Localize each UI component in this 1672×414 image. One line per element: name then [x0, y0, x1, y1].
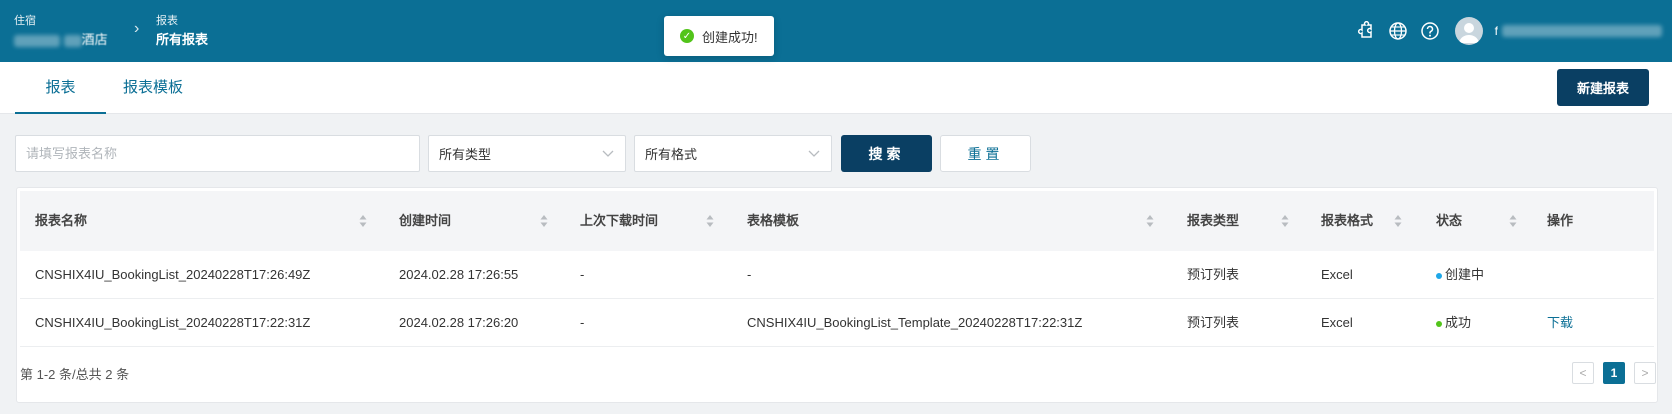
report-name-input[interactable]: [26, 146, 409, 161]
cell-format: Excel: [1321, 315, 1353, 330]
cell-created: 2024.02.28 17:26:20: [399, 315, 519, 330]
column-header-status[interactable]: 状态: [1436, 191, 1462, 251]
status-dot-icon: [1436, 320, 1442, 327]
tab-report-templates[interactable]: 报表模板: [123, 62, 183, 114]
chevron-down-icon: [602, 150, 614, 157]
sort-icon[interactable]: [539, 214, 549, 228]
status-text: 成功: [1445, 315, 1472, 330]
sort-icon[interactable]: [1280, 214, 1290, 228]
check-circle-icon: ✓: [680, 29, 694, 43]
cell-created: 2024.02.28 17:26:55: [399, 267, 519, 282]
status-dot-icon: [1436, 272, 1442, 279]
breadcrumb-reports[interactable]: 报表 所有报表: [156, 14, 208, 50]
globe-icon[interactable]: [1387, 20, 1409, 42]
column-header-last-download[interactable]: 上次下载时间: [580, 191, 658, 251]
cell-status: 成功: [1436, 299, 1471, 347]
pagination-summary: 第 1-2 条/总共 2 条: [20, 367, 130, 382]
breadcrumb-property[interactable]: 住宿 酒店: [14, 14, 108, 50]
table-header: 报表名称 创建时间 上次下载时间 表格模板 报表类型 报表格式 状态 操作: [20, 191, 1654, 251]
header-actions: f: [1355, 0, 1672, 62]
status-text: 创建中: [1445, 267, 1485, 282]
type-select-value: 所有类型: [439, 147, 492, 162]
cell-last-download: -: [580, 267, 585, 282]
cell-report-name: CNSHIX4IU_BookingList_20240228T17:22:31Z: [35, 315, 311, 330]
column-header-type[interactable]: 报表类型: [1187, 191, 1239, 251]
help-icon[interactable]: [1419, 20, 1441, 42]
reports-table-card: 报表名称 创建时间 上次下载时间 表格模板 报表类型 报表格式 状态 操作 CN…: [16, 187, 1658, 403]
user-avatar-icon[interactable]: [1454, 17, 1483, 45]
column-header-template[interactable]: 表格模板: [747, 191, 799, 251]
cell-last-download: -: [580, 315, 585, 330]
new-report-button[interactable]: 新建报表: [1557, 69, 1649, 106]
type-select[interactable]: 所有类型: [428, 135, 626, 172]
cell-template: CNSHIX4IU_BookingList_Template_20240228T…: [747, 315, 1083, 330]
sort-icon[interactable]: [1393, 214, 1403, 228]
cell-type: 预订列表: [1187, 267, 1240, 282]
reset-button[interactable]: 重置: [940, 135, 1031, 172]
table-row: CNSHIX4IU_BookingList_20240228T17:22:31Z…: [20, 299, 1654, 347]
cell-report-name: CNSHIX4IU_BookingList_20240228T17:26:49Z: [35, 267, 311, 282]
success-toast: ✓ 创建成功!: [664, 16, 774, 56]
breadcrumb-reports-current: 所有报表: [156, 32, 209, 47]
cell-format: Excel: [1321, 267, 1353, 282]
report-name-field: [15, 135, 420, 172]
toast-message: 创建成功!: [702, 29, 758, 45]
column-header-created[interactable]: 创建时间: [399, 191, 451, 251]
next-page-button[interactable]: >: [1634, 362, 1656, 384]
prev-page-button[interactable]: <: [1572, 362, 1594, 384]
tab-reports[interactable]: 报表: [15, 62, 106, 114]
puzzle-icon[interactable]: [1355, 20, 1377, 42]
breadcrumb-property-name: 酒店: [81, 32, 108, 47]
column-header-name[interactable]: 报表名称: [35, 191, 87, 251]
cell-status: 创建中: [1436, 251, 1484, 299]
sort-icon[interactable]: [1145, 214, 1155, 228]
column-header-format[interactable]: 报表格式: [1321, 191, 1373, 251]
breadcrumb-property-category: 住宿: [14, 15, 36, 27]
table-row: CNSHIX4IU_BookingList_20240228T17:26:49Z…: [20, 251, 1654, 299]
cell-template: -: [747, 267, 752, 282]
sort-icon[interactable]: [705, 214, 715, 228]
breadcrumb-separator-icon: ›: [134, 20, 140, 37]
redacted-text: [1502, 25, 1662, 37]
user-name: f: [1494, 24, 1498, 38]
column-header-actions: 操作: [1547, 213, 1574, 228]
sort-icon[interactable]: [1508, 214, 1518, 228]
redacted-text: [14, 34, 60, 47]
user-menu[interactable]: f: [1451, 17, 1662, 45]
chevron-down-icon: [808, 150, 820, 157]
page-1-button[interactable]: 1: [1603, 362, 1625, 384]
cell-type: 预订列表: [1187, 315, 1240, 330]
search-button[interactable]: 搜索: [841, 135, 932, 172]
breadcrumb-reports-category: 报表: [156, 15, 178, 27]
download-link[interactable]: 下载: [1547, 299, 1573, 347]
tab-bar: 报表 报表模板 新建报表: [0, 62, 1672, 114]
sort-icon[interactable]: [358, 214, 368, 228]
top-bar: 住宿 酒店 › 报表 所有报表 f: [0, 0, 1672, 62]
format-select-value: 所有格式: [645, 147, 698, 162]
format-select[interactable]: 所有格式: [634, 135, 832, 172]
redacted-text: [63, 34, 82, 47]
